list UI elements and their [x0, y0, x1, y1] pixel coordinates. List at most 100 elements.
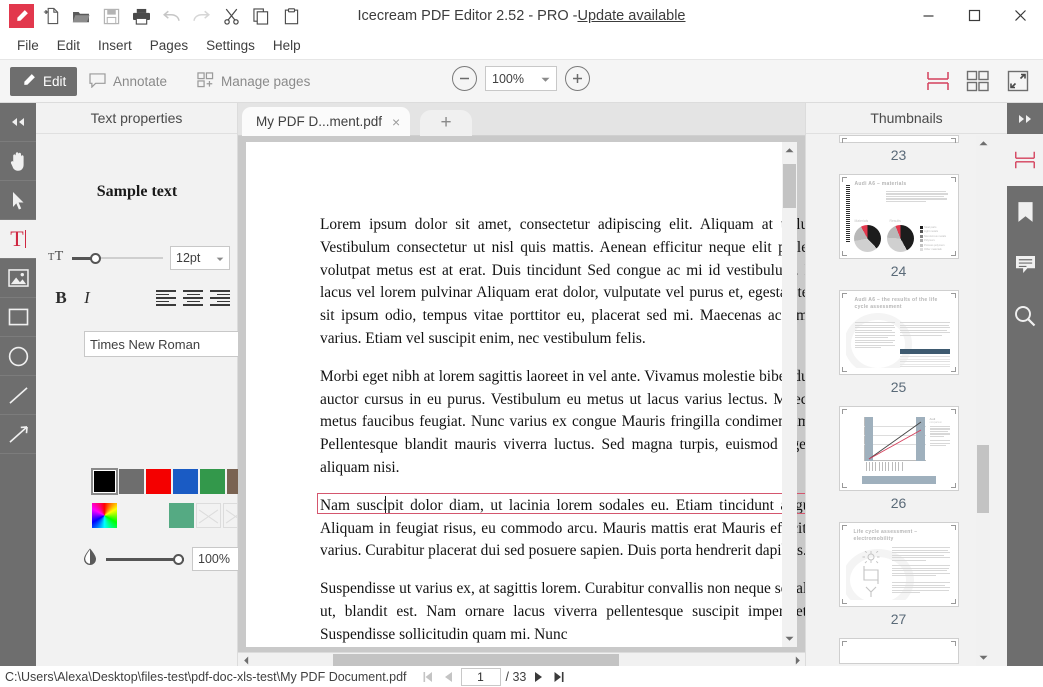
redo-icon[interactable] [186, 2, 216, 30]
document-vertical-scrollbar[interactable] [782, 142, 797, 647]
print-icon[interactable] [126, 2, 156, 30]
scroll-down-arrow-icon[interactable] [782, 631, 797, 647]
menu-item-settings[interactable]: Settings [197, 35, 264, 56]
italic-button[interactable]: I [74, 286, 100, 310]
arrow-tool-icon[interactable] [0, 415, 36, 454]
thumbnail-item[interactable]: Life cycle assessment – electromobility [806, 519, 991, 635]
ellipse-tool-icon[interactable] [0, 337, 36, 376]
thumbnails-scroll-thumb[interactable] [977, 445, 989, 513]
update-available-link[interactable]: Update available [577, 8, 685, 24]
open-folder-icon[interactable] [66, 2, 96, 30]
chevron-down-icon [541, 72, 550, 86]
font-family-select[interactable]: Times New Roman [84, 331, 262, 357]
copy-icon[interactable] [246, 2, 276, 30]
grid-view-icon[interactable] [961, 66, 995, 96]
color-swatch-blue[interactable] [173, 469, 198, 494]
menu-item-insert[interactable]: Insert [89, 35, 141, 56]
menu-item-file[interactable]: File [8, 35, 48, 56]
thumbnail-page-preview[interactable]: Audi A6 – the results of the life cycle … [839, 290, 959, 375]
thumbnail-item[interactable]: Audi A6 – materials Materials Results St… [806, 171, 991, 287]
font-size-slider[interactable] [72, 251, 163, 265]
pdf-page[interactable]: Lorem ipsum dolor sit amet, consectetur … [246, 142, 788, 647]
scroll-up-arrow-icon[interactable] [782, 142, 797, 158]
thumbnail-page-preview[interactable]: Audi comparison [839, 406, 959, 491]
color-swatch-gray[interactable] [119, 469, 144, 494]
cut-icon[interactable] [216, 2, 246, 30]
rectangle-tool-icon[interactable] [0, 298, 36, 337]
scroll-right-arrow-icon[interactable] [790, 653, 805, 667]
document-horizontal-scrollbar[interactable] [238, 652, 805, 667]
undo-icon[interactable] [156, 2, 186, 30]
zoom-in-button[interactable] [565, 66, 590, 91]
color-swatch-black[interactable] [92, 469, 117, 494]
current-page-input[interactable]: 1 [461, 668, 501, 686]
align-center-button[interactable] [183, 289, 203, 307]
text-tool-icon[interactable]: T [0, 220, 36, 259]
mode-button-edit[interactable]: Edit [10, 67, 77, 96]
line-tool-icon[interactable] [0, 376, 36, 415]
thumbnail-item[interactable] [806, 635, 991, 664]
color-swatch-red[interactable] [146, 469, 171, 494]
collapse-panel-icon[interactable] [0, 103, 36, 142]
menu-item-edit[interactable]: Edit [48, 35, 89, 56]
recent-color-empty-1[interactable] [196, 503, 221, 528]
paragraph-1[interactable]: Lorem ipsum dolor sit amet, consectetur … [320, 214, 805, 351]
color-picker-icon[interactable] [92, 503, 117, 528]
scroll-left-arrow-icon[interactable] [238, 653, 253, 667]
paste-icon[interactable] [276, 2, 306, 30]
align-right-button[interactable] [210, 289, 230, 307]
menu-item-pages[interactable]: Pages [141, 35, 197, 56]
zoom-level-select[interactable]: 100% [485, 66, 557, 91]
thumbnail-page-preview[interactable]: Audi A6 – materials Materials Results St… [839, 174, 959, 259]
save-icon[interactable] [96, 2, 126, 30]
minimize-button[interactable] [905, 0, 951, 31]
thumbnails-scroll-down-arrow-icon[interactable] [976, 650, 991, 666]
image-tool-icon[interactable] [0, 259, 36, 298]
hand-tool-icon[interactable] [0, 142, 36, 181]
comment-icon[interactable] [1007, 238, 1043, 290]
bookmark-icon[interactable] [1007, 186, 1043, 238]
select-cursor-icon[interactable] [0, 181, 36, 220]
mode-button-manage-pages[interactable]: Manage pages [186, 67, 321, 96]
font-size-select[interactable]: 12pt [170, 246, 230, 270]
menu-item-help[interactable]: Help [264, 35, 310, 56]
paragraph-4[interactable]: Suspendisse ut varius ex, at sagittis lo… [320, 578, 805, 646]
last-page-button[interactable] [551, 669, 566, 684]
close-button[interactable] [997, 0, 1043, 31]
thumbnail-page-preview[interactable] [839, 135, 959, 143]
mode-button-annotate[interactable]: Annotate [78, 67, 178, 96]
thumbnail-page-preview[interactable] [839, 638, 959, 664]
two-page-split-icon[interactable] [921, 66, 955, 96]
paragraph-2[interactable]: Morbi eget nibh at lorem sagittis laoree… [320, 366, 805, 480]
thumbnail-item[interactable]: Audi comparison 26 [806, 403, 991, 519]
edit-icon[interactable] [6, 2, 36, 30]
bold-button[interactable]: B [48, 286, 74, 310]
document-tab[interactable]: My PDF D...ment.pdf × [242, 107, 410, 136]
thumbnails-scrollbar[interactable] [976, 135, 990, 666]
close-icon[interactable]: × [392, 114, 400, 130]
opacity-slider[interactable] [106, 552, 184, 566]
align-left-button[interactable] [156, 289, 176, 307]
search-icon[interactable] [1007, 290, 1043, 342]
document-view[interactable]: Lorem ipsum dolor sit amet, consectetur … [238, 136, 805, 666]
thumbnails-scroll-up-arrow-icon[interactable] [976, 135, 991, 151]
recent-color-swatch[interactable] [169, 503, 194, 528]
expand-panel-icon[interactable] [1007, 103, 1043, 134]
left-tool-rail: T [0, 103, 36, 666]
previous-page-button[interactable] [441, 669, 456, 684]
maximize-button[interactable] [951, 0, 997, 31]
thumbnail-item[interactable]: Audi A6 – the results of the life cycle … [806, 287, 991, 403]
thumbnail-page-preview[interactable]: Life cycle assessment – electromobility [839, 522, 959, 607]
vertical-scroll-thumb[interactable] [783, 164, 796, 208]
next-page-button[interactable] [531, 669, 546, 684]
thumbnail-item[interactable]: 23 [806, 135, 991, 171]
thumbnails-list[interactable]: 23 Audi A6 – materials Materials [806, 135, 991, 666]
fullscreen-icon[interactable] [1001, 66, 1035, 96]
new-file-icon[interactable] [36, 2, 66, 30]
new-tab-button[interactable]: + [420, 110, 472, 136]
split-pages-icon[interactable] [1007, 134, 1043, 186]
paragraph-3-selected[interactable]: Nam suscipit dolor diam, ut lacinia lore… [320, 495, 805, 563]
zoom-out-button[interactable] [452, 66, 477, 91]
color-swatch-green[interactable] [200, 469, 225, 494]
first-page-button[interactable] [421, 669, 436, 684]
